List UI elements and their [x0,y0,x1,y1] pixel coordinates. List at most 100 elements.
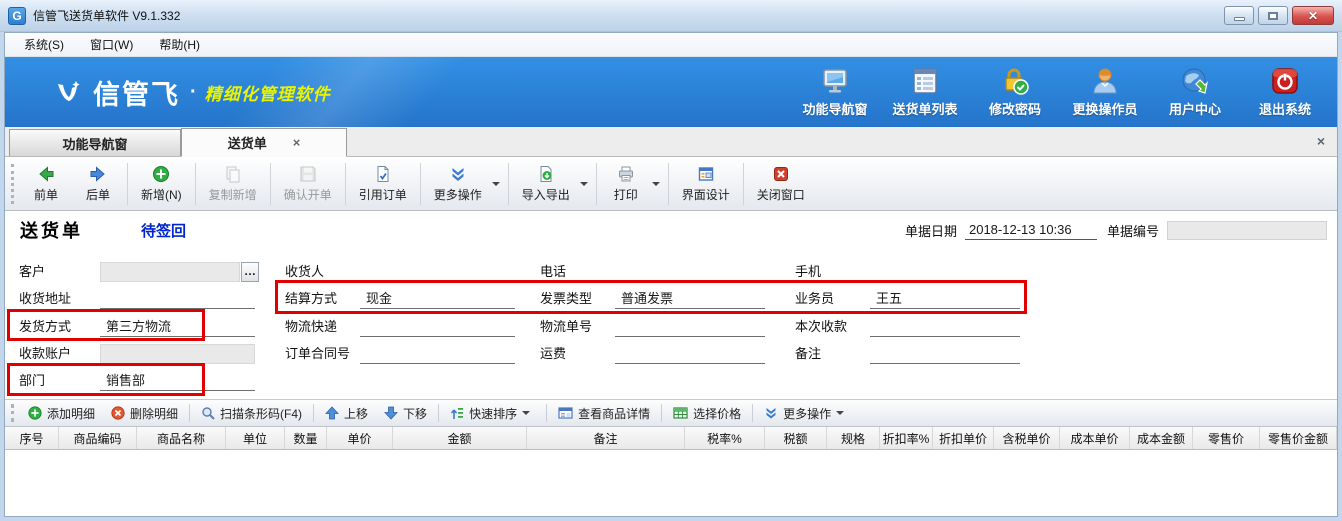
quick-sort-button[interactable]: 快速排序 [442,402,543,425]
minimize-button[interactable] [1224,6,1254,25]
column-header[interactable]: 成本金额 [1130,427,1193,449]
tab-close-icon[interactable]: × [293,135,301,150]
detail-button-label: 更多操作 [783,406,832,421]
close-window-button[interactable]: 关闭窗口 [747,161,815,207]
print-button[interactable]: 打印 [600,161,652,207]
column-header[interactable]: 商品名称 [137,427,226,449]
tracking-no-input[interactable] [615,316,765,337]
more-actions-button[interactable]: 更多操作 [424,161,492,207]
customer-input[interactable] [100,262,240,282]
menu-system[interactable]: 系统(S) [11,33,77,56]
menu-window[interactable]: 窗口(W) [77,33,146,56]
logistics-input[interactable] [360,316,515,337]
add-detail-button[interactable]: 添加明细 [20,402,103,425]
invoice-type-input[interactable]: 普通发票 [615,288,765,309]
dropdown-arrow-icon[interactable] [836,411,845,415]
column-header[interactable]: 成本单价 [1060,427,1130,449]
next-order-button[interactable]: 后单 [72,161,124,207]
detail-more-actions-button[interactable]: 更多操作 [756,402,857,425]
order-form: 客户 … 收货地址 发货方式 第三方物流 收款账户 部门 销售部 收货人 结算方… [5,249,1337,399]
column-header[interactable]: 折扣率% [880,427,933,449]
scan-barcode-button[interactable]: 扫描条形码(F4) [193,402,310,425]
select-price-button[interactable]: 选择价格 [665,402,749,425]
field-salesman: 业务员 王五 [795,288,1020,309]
department-input[interactable]: 销售部 [100,370,255,391]
customer-lookup-button[interactable]: … [241,262,259,282]
maximize-button[interactable] [1258,6,1288,25]
column-header[interactable]: 单价 [327,427,393,449]
phone-input[interactable] [615,261,765,282]
address-input[interactable] [100,288,255,309]
change-password-button[interactable]: 修改密码 [977,66,1053,118]
move-up-button[interactable]: 上移 [317,402,376,425]
monitor-icon [820,66,850,96]
column-header[interactable]: 序号 [5,427,59,449]
column-header[interactable]: 单位 [226,427,285,449]
items-table-body[interactable] [5,450,1337,514]
remark-input[interactable] [870,343,1020,364]
ship-method-input[interactable]: 第三方物流 [100,316,255,337]
column-header[interactable]: 零售价 [1193,427,1260,449]
column-header[interactable]: 含税单价 [994,427,1060,449]
account-input[interactable] [100,344,255,364]
column-header[interactable]: 零售价金额 [1260,427,1337,449]
window-title: 信管飞送货单软件 V9.1.332 [33,9,181,23]
field-label: 发货方式 [19,319,72,334]
prev-order-button[interactable]: 前单 [20,161,72,207]
settlement-input[interactable]: 现金 [360,288,515,309]
field-label: 手机 [795,264,822,279]
toolbar-button-label: 导入导出 [521,187,570,202]
date-field[interactable]: 2018-12-13 10:36 [964,221,1097,240]
column-header[interactable]: 税率% [685,427,765,449]
app-window: G 信管飞送货单软件 V9.1.332 ✕ 系统(S) 窗口(W) 帮助(H) [0,0,1342,521]
nav-window-button[interactable]: 功能导航窗 [797,66,873,118]
field-logistics: 物流快递 [285,316,515,337]
layout-design-icon [697,165,715,183]
confirm-order-button[interactable]: 确认开单 [274,161,342,207]
column-header[interactable]: 税额 [765,427,827,449]
detail-button-label: 扫描条形码(F4) [220,406,303,421]
detail-toolbar: 添加明细 删除明细 扫描条形码(F4) 上移 下移 快速排序 查看商品详情 选择… [5,399,1337,427]
menubar: 系统(S) 窗口(W) 帮助(H) [5,33,1337,57]
detail-button-label: 选择价格 [693,406,742,421]
copy-new-button[interactable]: 复制新增 [199,161,267,207]
column-header[interactable]: 商品编码 [59,427,137,449]
ui-design-button[interactable]: 界面设计 [672,161,740,207]
receiver-input[interactable] [360,261,515,282]
import-export-button[interactable]: 导入导出 [512,161,580,207]
doc-number-field[interactable] [1167,220,1327,240]
column-header[interactable]: 备注 [527,427,685,449]
dropdown-arrow-icon[interactable] [651,181,660,186]
new-order-button[interactable]: 新增(N) [131,161,192,207]
move-down-button[interactable]: 下移 [376,402,435,425]
reference-order-button[interactable]: 引用订单 [349,161,417,207]
column-header[interactable]: 金额 [393,427,527,449]
delete-detail-button[interactable]: 删除明细 [103,402,186,425]
freight-input[interactable] [615,343,765,364]
main-toolbar: 前单 后单 新增(N) 复制新增 确认开单 引用订单 更多操作 导入导出 打印 … [5,157,1337,211]
brand-dot: · [190,80,197,103]
field-label: 订单合同号 [285,346,351,361]
view-product-detail-button[interactable]: 查看商品详情 [550,402,658,425]
tab-nav-window[interactable]: 功能导航窗 [9,129,181,156]
dropdown-arrow-icon[interactable] [579,181,588,186]
column-header[interactable]: 规格 [827,427,880,449]
dropdown-arrow-icon[interactable] [491,181,500,186]
mobile-input[interactable] [870,261,1020,282]
dropdown-arrow-icon[interactable] [522,411,531,415]
contract-no-input[interactable] [360,343,515,364]
payment-input[interactable] [870,316,1020,337]
salesman-input[interactable]: 王五 [870,288,1020,309]
tab-delivery-order[interactable]: 送货单 × [181,128,347,157]
close-button[interactable]: ✕ [1292,6,1334,25]
list-icon [910,66,940,96]
delivery-list-button[interactable]: 送货单列表 [887,66,963,118]
column-header[interactable]: 折扣单价 [933,427,994,449]
column-header[interactable]: 数量 [285,427,327,449]
delete-circle-icon [111,406,125,420]
tabbar-close-icon[interactable]: × [1317,133,1325,149]
menu-help[interactable]: 帮助(H) [146,33,213,56]
switch-operator-button[interactable]: 更换操作员 [1067,66,1143,118]
exit-system-button[interactable]: 退出系统 [1247,66,1323,118]
user-center-button[interactable]: 用户中心 [1157,66,1233,118]
